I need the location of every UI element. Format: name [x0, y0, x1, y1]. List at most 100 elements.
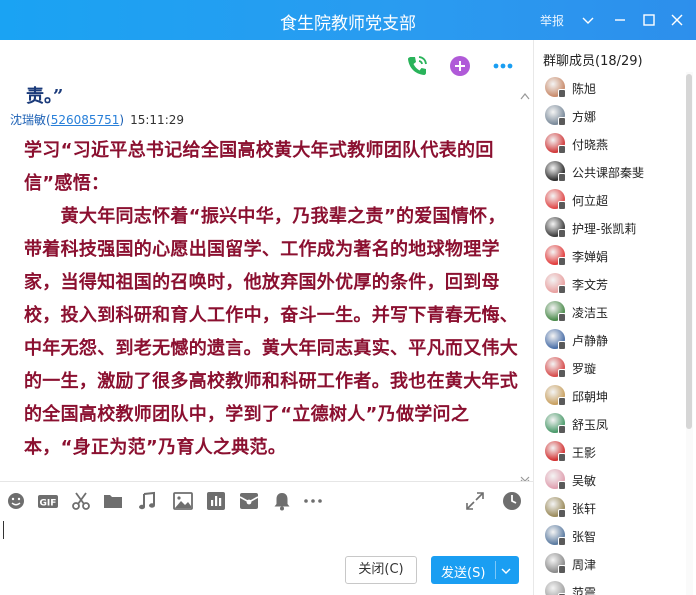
member-item[interactable]: 公共课部秦斐: [534, 158, 684, 186]
voice-call-icon[interactable]: [404, 53, 430, 79]
member-device-icon: [558, 397, 566, 406]
member-device-icon: [558, 369, 566, 378]
close-button[interactable]: 关闭(C): [345, 556, 417, 584]
title-bar: 食生院教师党支部 举报: [0, 0, 696, 40]
member-item[interactable]: 李文芳: [534, 270, 684, 298]
member-item[interactable]: 邱朝坤: [534, 382, 684, 410]
member-device-icon: [558, 565, 566, 574]
member-name: 凌洁玉: [572, 306, 609, 320]
image-icon[interactable]: [172, 490, 194, 512]
member-name: 范震: [572, 586, 597, 595]
music-icon[interactable]: [136, 490, 158, 512]
member-name: 舒玉凤: [572, 418, 609, 432]
member-item[interactable]: 护理-张凯莉: [534, 214, 684, 242]
member-name: 陈旭: [572, 82, 597, 96]
member-device-icon: [558, 453, 566, 462]
member-name: 张轩: [572, 502, 597, 516]
member-item[interactable]: 张智: [534, 522, 684, 550]
message-time: 15:11:29: [130, 113, 185, 127]
member-device-icon: [558, 425, 566, 434]
gif-icon[interactable]: GIF: [37, 490, 59, 512]
member-item[interactable]: 何立超: [534, 186, 684, 214]
folder-icon[interactable]: [102, 490, 124, 512]
expand-icon[interactable]: [464, 490, 486, 512]
member-scrollbar-thumb[interactable]: [686, 74, 692, 429]
screenshot-scissors-icon[interactable]: [70, 490, 92, 512]
emoji-icon[interactable]: [5, 490, 27, 512]
member-device-icon: [558, 481, 566, 490]
member-item[interactable]: 陈旭: [534, 74, 684, 102]
minimize-icon[interactable]: [610, 10, 630, 30]
member-item[interactable]: 罗璇: [534, 354, 684, 382]
send-options-chevron-icon[interactable]: [500, 565, 512, 575]
message-body: 学习“习近平总书记给全国高校黄大年式教师团队代表的回信”感悟： 黄大年同志怀着“…: [24, 134, 524, 464]
collapse-up-icon[interactable]: [519, 86, 531, 100]
member-device-icon: [558, 509, 566, 518]
add-member-icon[interactable]: [447, 53, 473, 79]
member-name: 张智: [572, 530, 597, 544]
input-divider: [0, 481, 533, 482]
svg-text:GIF: GIF: [40, 499, 57, 509]
close-icon[interactable]: [667, 10, 687, 30]
member-item[interactable]: 舒玉凤: [534, 410, 684, 438]
collapse-down-icon[interactable]: [519, 470, 531, 481]
member-device-icon: [558, 89, 566, 98]
member-name: 李婵娟: [572, 250, 609, 264]
member-name: 李文芳: [572, 278, 609, 292]
member-device-icon: [558, 229, 566, 238]
member-name: 方娜: [572, 110, 597, 124]
send-button-separator: [495, 561, 496, 579]
member-device-icon: [558, 201, 566, 210]
member-item[interactable]: 李婵娟: [534, 242, 684, 270]
member-item[interactable]: 付晓燕: [534, 130, 684, 158]
member-sidebar: 群聊成员(18/29) 陈旭方娜付晓燕公共课部秦斐 何立超护理-张凯莉 李婵娟李文芳…: [533, 40, 696, 595]
text-input-caret[interactable]: [3, 521, 4, 539]
member-name: 吴敏: [572, 474, 597, 488]
member-item[interactable]: 方娜: [534, 102, 684, 130]
sender-name[interactable]: 沈瑞敏: [10, 113, 46, 127]
dropdown-chevron-icon[interactable]: [578, 10, 598, 30]
maximize-icon[interactable]: [639, 10, 659, 30]
member-item[interactable]: 范震: [534, 578, 684, 595]
member-device-icon: [558, 173, 566, 182]
member-name: 周津: [572, 558, 597, 572]
chat-window: 食生院教师党支部 举报 责。” 沈瑞敏(526085751)15:11:29: [0, 0, 696, 595]
more-tools-icon[interactable]: [302, 490, 324, 512]
previous-message-tail: 责。”: [26, 86, 64, 107]
member-item[interactable]: 吴敏: [534, 466, 684, 494]
member-name: 卢静静: [572, 334, 609, 348]
member-item[interactable]: 周津: [534, 550, 684, 578]
message-area: 责。” 沈瑞敏(526085751) 15:11:29 学习“习近平总书记给全国高…: [0, 78, 533, 481]
member-device-icon: [558, 145, 566, 154]
member-device-icon: [558, 257, 566, 266]
member-device-icon: [558, 313, 566, 322]
message-paragraph: 黄大年同志怀着“振兴中华，乃我辈之责”的爱国情怀，带着科技强国的心愿出国留学、工…: [24, 206, 519, 458]
more-options-icon[interactable]: [490, 53, 516, 79]
history-clock-icon[interactable]: [501, 490, 523, 512]
member-device-icon: [558, 117, 566, 126]
member-device-icon: [558, 285, 566, 294]
member-name: 王影: [572, 446, 597, 460]
poll-chart-icon[interactable]: [205, 490, 227, 512]
send-button[interactable]: 发送(S): [431, 556, 519, 584]
member-item[interactable]: 凌洁玉: [534, 298, 684, 326]
bell-icon[interactable]: [271, 490, 293, 512]
member-name: 护理-张凯莉: [572, 222, 637, 236]
member-name: 邱朝坤: [572, 390, 609, 404]
member-name: 罗璇: [572, 362, 597, 376]
member-device-icon: [558, 341, 566, 350]
sender-qq[interactable]: 526085751: [51, 113, 120, 127]
report-link[interactable]: 举报: [540, 12, 564, 29]
members-title: 群聊成员(18/29): [543, 54, 643, 69]
member-name: 付晓燕: [572, 138, 609, 152]
member-item[interactable]: 卢静静: [534, 326, 684, 354]
member-device-icon: [558, 537, 566, 546]
send-button-label: 发送(S): [441, 566, 486, 581]
message-paragraph: 学习“习近平总书记给全国高校黄大年式教师团队代表的回信”感悟：: [24, 140, 494, 194]
member-name: 何立超: [572, 194, 609, 208]
message-header: 沈瑞敏(526085751) 15:11:29: [10, 113, 185, 127]
red-packet-icon[interactable]: [238, 490, 260, 512]
member-name: 公共课部秦斐: [572, 166, 645, 180]
member-item[interactable]: 王影: [534, 438, 684, 466]
member-item[interactable]: 张轩: [534, 494, 684, 522]
